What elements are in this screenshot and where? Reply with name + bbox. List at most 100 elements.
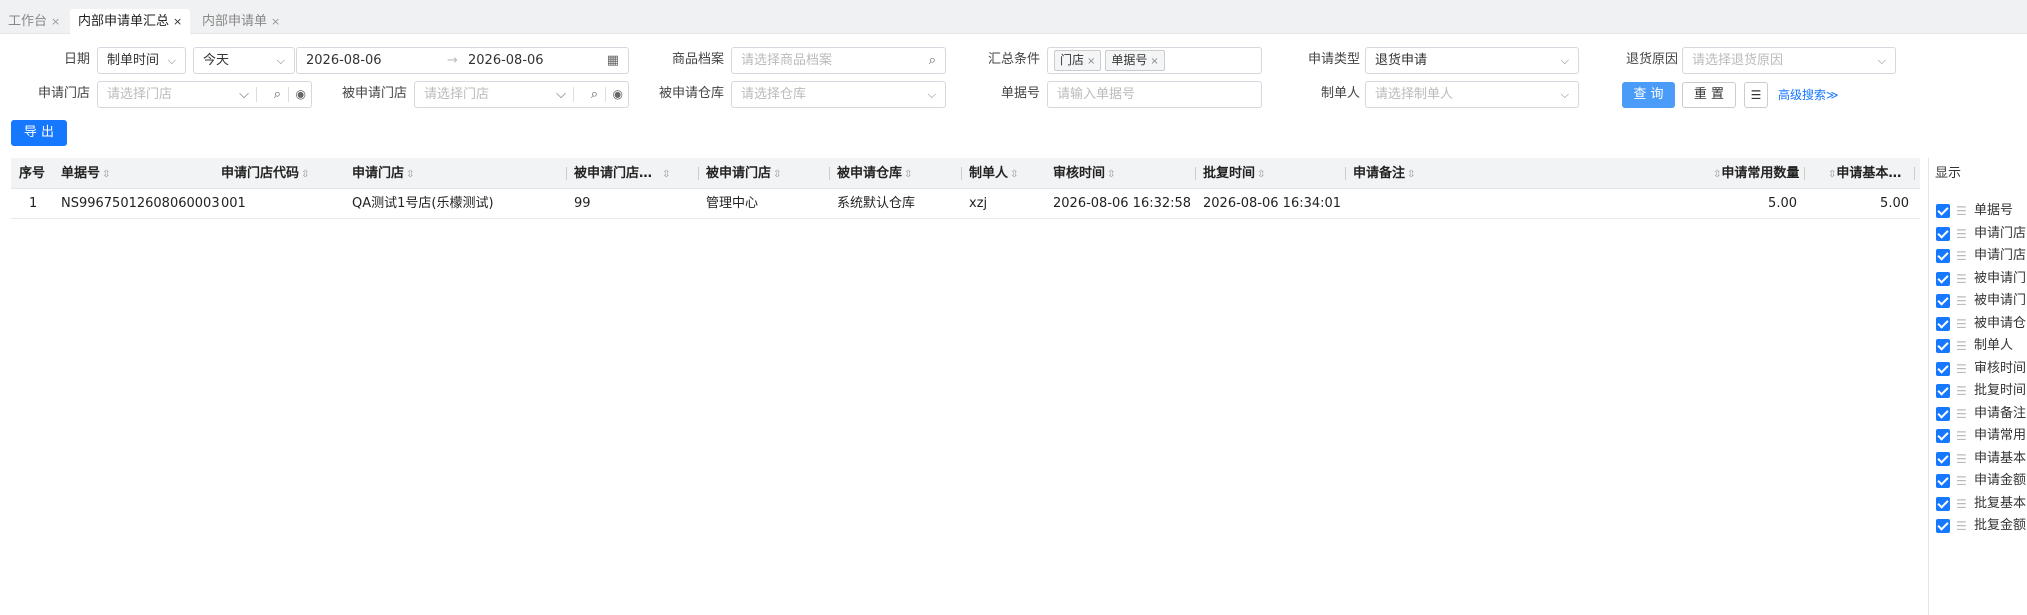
close-icon[interactable]: × [271, 15, 280, 28]
checkbox[interactable] [1936, 204, 1950, 218]
column-resize-handle[interactable] [1195, 167, 1196, 180]
drag-handle-icon[interactable]: ☰ [1956, 268, 1967, 290]
checkbox[interactable] [1936, 451, 1950, 466]
checkbox[interactable] [1936, 226, 1950, 241]
return-reason-select[interactable]: 请选择退货原因 ⌵ [1682, 47, 1896, 74]
column-resize-handle[interactable] [961, 167, 962, 180]
drag-handle-icon[interactable]: ☰ [1956, 515, 1967, 537]
sort-icon[interactable]: ⇳ [1257, 169, 1265, 180]
column-toggle-item[interactable]: ☰ 被申请门 [1936, 268, 2027, 290]
eye-icon[interactable]: ◉ [296, 82, 306, 107]
checkbox[interactable] [1936, 361, 1950, 376]
column-toggle-item[interactable]: ☰ 批复金额 [1936, 515, 2027, 537]
checkbox[interactable] [1936, 429, 1950, 443]
column-settings-icon[interactable]: ☰ [1744, 82, 1768, 108]
column-resize-handle[interactable] [1345, 167, 1346, 180]
eye-icon[interactable]: ◉ [613, 82, 623, 107]
column-toggle-item[interactable]: ☰ 制单人 [1936, 335, 2027, 357]
date-type-select[interactable]: 制单时间 ⌵ [97, 47, 186, 74]
col-header-audit-time[interactable]: 审核时间 ⇳ [1053, 158, 1115, 189]
creator-select[interactable]: 请选择制单人 ⌵ [1365, 81, 1579, 108]
drag-handle-icon[interactable]: ☰ [1956, 493, 1967, 515]
col-header-apply-remark[interactable]: 申请备注 ⇳ [1353, 158, 1415, 189]
summary-tag-store[interactable]: 门店 × [1054, 50, 1102, 71]
date-from[interactable]: 2026-08-06 [306, 53, 382, 68]
apply-store-select[interactable]: 请选择门店 ⌵ ⌕ ◉ [97, 81, 312, 108]
checkbox[interactable] [1936, 406, 1950, 421]
checkbox[interactable] [1936, 294, 1950, 308]
tab-internal-request[interactable]: 内部申请单 × [194, 9, 288, 34]
sort-icon[interactable]: ⇳ [773, 169, 781, 180]
close-icon[interactable]: × [1150, 56, 1158, 67]
goods-input[interactable]: 请选择商品档案 ⌕ [731, 47, 946, 74]
checkbox[interactable] [1936, 496, 1950, 511]
column-resize-handle[interactable] [1914, 167, 1915, 180]
column-toggle-item[interactable]: ☰ 单据号 [1936, 200, 2027, 222]
column-toggle-item[interactable]: ☰ 批复时间 [1936, 380, 2027, 402]
column-toggle-item[interactable]: ☰ 申请备注 [1936, 403, 2027, 425]
checkbox[interactable] [1936, 249, 1950, 263]
sort-icon[interactable]: ⇳ [102, 169, 110, 180]
checkbox[interactable] [1936, 339, 1950, 353]
col-header-apply-store[interactable]: 申请门店 ⇳ [352, 158, 414, 189]
drag-handle-icon[interactable]: ☰ [1956, 335, 1967, 357]
reset-button[interactable]: 重 置 [1682, 82, 1736, 108]
drag-handle-icon[interactable]: ☰ [1956, 470, 1967, 492]
col-header-target-store[interactable]: 被申请门店 ⇳ [706, 158, 781, 189]
drag-handle-icon[interactable]: ☰ [1956, 380, 1967, 402]
apply-type-select[interactable]: 退货申请 ⌵ [1365, 47, 1579, 74]
table-row[interactable]: 1 NS99675012608060003 001 QA测试1号店(乐檬测试) … [11, 189, 1920, 219]
column-toggle-item[interactable]: ☰ 批复基本 [1936, 493, 2027, 515]
column-resize-handle[interactable] [1804, 167, 1805, 180]
col-header-target-warehouse[interactable]: 被申请仓库 ⇳ [837, 158, 912, 189]
sort-icon[interactable]: ⇳ [662, 169, 670, 180]
drag-handle-icon[interactable]: ☰ [1956, 425, 1967, 447]
sort-icon[interactable]: ⇳ [301, 169, 309, 180]
target-store-select[interactable]: 请选择门店 ⌵ ⌕ ◉ [414, 81, 629, 108]
drag-handle-icon[interactable]: ☰ [1956, 245, 1967, 267]
checkbox[interactable] [1936, 316, 1950, 331]
drag-handle-icon[interactable]: ☰ [1956, 200, 1967, 222]
column-toggle-item[interactable]: ☰ 被申请门 [1936, 290, 2027, 312]
sort-icon[interactable]: ⇳ [1107, 169, 1115, 180]
col-header-apply-common-qty[interactable]: ⇳申请常用数量 [1711, 158, 1799, 189]
column-toggle-item[interactable]: ☰ 被申请仓 [1936, 313, 2027, 335]
col-header-apply-basic-qty[interactable]: ⇳申请基本… [1826, 158, 1901, 189]
summary-condition-select[interactable]: 门店 × 单据号 × [1047, 47, 1262, 74]
column-toggle-item[interactable]: ☰ 申请门店 [1936, 223, 2027, 245]
date-range-picker[interactable]: 2026-08-06 → 2026-08-06 ▦ [296, 47, 629, 74]
column-toggle-item[interactable]: ☰ 申请金额 [1936, 470, 2027, 492]
sort-icon[interactable]: ⇳ [904, 169, 912, 180]
target-warehouse-select[interactable]: 请选择仓库 ⌵ [731, 81, 946, 108]
checkbox[interactable] [1936, 519, 1950, 533]
drag-handle-icon[interactable]: ☰ [1956, 403, 1967, 425]
search-icon[interactable]: ⌕ [591, 82, 598, 107]
search-icon[interactable]: ⌕ [929, 48, 936, 73]
column-toggle-item[interactable]: ☰ 申请常用 [1936, 425, 2027, 447]
tab-internal-request-summary[interactable]: 内部申请单汇总 × [70, 9, 191, 34]
search-icon[interactable]: ⌕ [274, 82, 281, 107]
query-button[interactable]: 查 询 [1622, 82, 1675, 108]
doc-no-input[interactable]: 请输入单据号 [1047, 81, 1262, 108]
column-toggle-item[interactable]: ☰ 审核时间 [1936, 358, 2027, 380]
drag-handle-icon[interactable]: ☰ [1956, 358, 1967, 380]
checkbox[interactable] [1936, 384, 1950, 398]
sort-icon[interactable]: ⇳ [406, 169, 414, 180]
advanced-search-link[interactable]: 高级搜索≫ [1778, 82, 1839, 108]
column-toggle-item[interactable]: ☰ 申请基本 [1936, 448, 2027, 470]
date-range-select[interactable]: 今天 ⌵ [193, 47, 295, 74]
column-resize-handle[interactable] [566, 167, 567, 180]
sort-icon[interactable]: ⇳ [1010, 169, 1018, 180]
checkbox[interactable] [1936, 474, 1950, 488]
sort-icon[interactable]: ⇳ [1407, 169, 1415, 180]
date-to[interactable]: 2026-08-06 [468, 48, 544, 73]
col-header-doc-no[interactable]: 单据号 ⇳ [61, 158, 110, 189]
close-icon[interactable]: × [173, 15, 182, 28]
column-resize-handle[interactable] [698, 167, 699, 180]
drag-handle-icon[interactable]: ☰ [1956, 223, 1967, 245]
close-icon[interactable]: × [51, 15, 60, 28]
col-header-apply-store-code[interactable]: 申请门店代码 ⇳ [221, 158, 309, 189]
drag-handle-icon[interactable]: ☰ [1956, 313, 1967, 335]
col-header-reply-time[interactable]: 批复时间 ⇳ [1203, 158, 1265, 189]
col-header-target-store-code[interactable]: 被申请门店… ⇳ [574, 158, 670, 189]
